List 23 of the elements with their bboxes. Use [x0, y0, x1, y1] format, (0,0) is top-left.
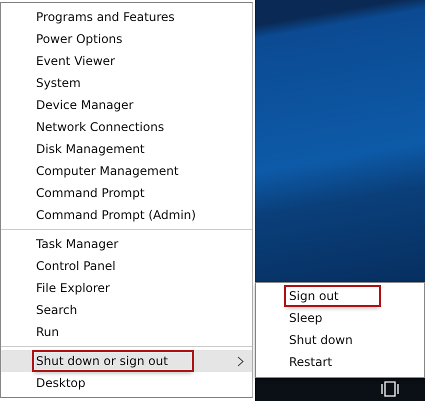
menu-item[interactable]: Power Options: [1, 28, 252, 50]
chevron-right-icon: [237, 356, 244, 366]
menu-item[interactable]: Search: [1, 299, 252, 321]
menu-item[interactable]: Command Prompt (Admin): [1, 204, 252, 226]
menu-item[interactable]: Computer Management: [1, 160, 252, 182]
menu-item[interactable]: Sign out: [256, 285, 424, 307]
menu-item[interactable]: Restart: [256, 351, 424, 373]
menu-item[interactable]: Event Viewer: [1, 50, 252, 72]
menu-item[interactable]: File Explorer: [1, 277, 252, 299]
menu-item[interactable]: Device Manager: [1, 94, 252, 116]
menu-item[interactable]: Control Panel: [1, 255, 252, 277]
menu-item[interactable]: Shut down: [256, 329, 424, 351]
menu-item[interactable]: Desktop: [1, 372, 252, 394]
menu-item[interactable]: Network Connections: [1, 116, 252, 138]
task-view-icon[interactable]: [381, 381, 399, 397]
menu-item[interactable]: Sleep: [256, 307, 424, 329]
menu-item[interactable]: Command Prompt: [1, 182, 252, 204]
menu-item[interactable]: Run: [1, 321, 252, 343]
menu-item[interactable]: System: [1, 72, 252, 94]
menu-item[interactable]: Task Manager: [1, 233, 252, 255]
menu-item[interactable]: Shut down or sign out: [1, 350, 252, 372]
menu-item[interactable]: Disk Management: [1, 138, 252, 160]
menu-item[interactable]: Programs and Features: [1, 6, 252, 28]
